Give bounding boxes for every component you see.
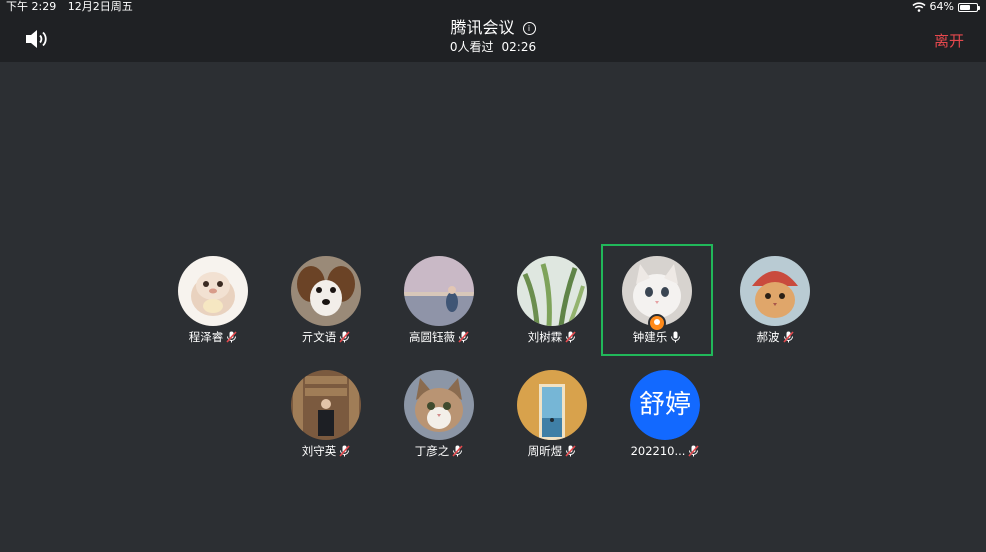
participant-tile[interactable]: 周昕煜 bbox=[496, 358, 608, 470]
participant-avatar bbox=[517, 370, 587, 440]
participant-name: 刘树霖 bbox=[527, 330, 563, 344]
mic-on-icon bbox=[671, 331, 681, 343]
participant-avatar: 舒婷 bbox=[630, 370, 700, 440]
participant-avatar bbox=[404, 370, 474, 440]
participant-tile[interactable]: 郝波 bbox=[719, 244, 831, 356]
mic-muted-icon bbox=[782, 331, 794, 343]
participant-tile[interactable]: 刘树霖 bbox=[496, 244, 608, 356]
mic-muted-icon bbox=[565, 331, 576, 343]
info-icon[interactable]: i bbox=[522, 22, 536, 35]
mic-muted-icon bbox=[226, 331, 237, 343]
participant-tile[interactable]: 亓文语 bbox=[270, 244, 382, 356]
status-time: 下午 2:29 bbox=[6, 0, 57, 13]
mic-muted-icon bbox=[452, 445, 463, 457]
viewer-count: 0人看过 bbox=[449, 40, 494, 54]
mic-muted-icon bbox=[339, 331, 350, 343]
participant-tile[interactable]: 刘守英 bbox=[270, 358, 382, 470]
participant-name-row: 丁彦之 bbox=[383, 444, 495, 458]
participant-name: 刘守英 bbox=[301, 444, 337, 458]
meeting-subtitle: 0人看过 02:26 bbox=[0, 39, 986, 55]
participant-tile[interactable]: 钟建乐 bbox=[601, 244, 713, 356]
mic-muted-icon bbox=[565, 445, 576, 457]
participant-name: 程泽睿 bbox=[188, 330, 224, 344]
participant-name: 丁彦之 bbox=[414, 444, 450, 458]
status-date: 12月2日周五 bbox=[67, 0, 133, 13]
participant-name: 高圆钰薇 bbox=[409, 330, 455, 344]
participant-tile[interactable]: 高圆钰薇 bbox=[383, 244, 495, 356]
meeting-title: 腾讯会议 bbox=[450, 18, 515, 37]
participant-tile[interactable]: 丁彦之 bbox=[383, 358, 495, 470]
participant-name: 钟建乐 bbox=[632, 330, 668, 344]
participant-name: 202210... bbox=[630, 444, 686, 458]
meeting-title-row: 腾讯会议 i bbox=[0, 17, 986, 39]
participant-name: 周昕煜 bbox=[527, 444, 563, 458]
participant-avatar bbox=[740, 256, 810, 326]
participant-name-row: 刘树霖 bbox=[496, 330, 608, 344]
meeting-duration: 02:26 bbox=[501, 40, 537, 54]
wifi-icon bbox=[912, 2, 926, 12]
participant-tile[interactable]: 舒婷 202210... bbox=[609, 358, 721, 470]
participant-tile[interactable]: 程泽睿 bbox=[157, 244, 269, 356]
participant-name: 亓文语 bbox=[301, 330, 337, 344]
participant-avatar bbox=[178, 256, 248, 326]
meeting-header: 腾讯会议 i 0人看过 02:26 离开 bbox=[0, 14, 986, 62]
participant-avatar bbox=[291, 370, 361, 440]
mic-muted-icon bbox=[339, 445, 350, 457]
status-bar: 下午 2:29 12月2日周五 64% bbox=[0, 0, 986, 14]
participant-name-row: 刘守英 bbox=[270, 444, 382, 458]
participant-avatar bbox=[517, 256, 587, 326]
participant-name-row: 钟建乐 bbox=[603, 330, 711, 344]
participant-avatar bbox=[404, 256, 474, 326]
participant-name-row: 郝波 bbox=[719, 330, 831, 344]
participant-name-row: 202210... bbox=[609, 444, 721, 458]
participant-name: 郝波 bbox=[756, 330, 780, 344]
mic-muted-icon bbox=[688, 445, 700, 457]
participant-avatar bbox=[291, 256, 361, 326]
leave-button[interactable]: 离开 bbox=[934, 30, 964, 51]
participant-name-row: 程泽睿 bbox=[157, 330, 269, 344]
avatar-initials: 舒婷 bbox=[630, 370, 700, 440]
participant-name-row: 亓文语 bbox=[270, 330, 382, 344]
battery-icon bbox=[958, 2, 980, 12]
mic-muted-icon bbox=[458, 331, 469, 343]
participant-name-row: 高圆钰薇 bbox=[383, 330, 495, 344]
battery-percent: 64% bbox=[929, 0, 954, 13]
participant-name-row: 周昕煜 bbox=[496, 444, 608, 458]
